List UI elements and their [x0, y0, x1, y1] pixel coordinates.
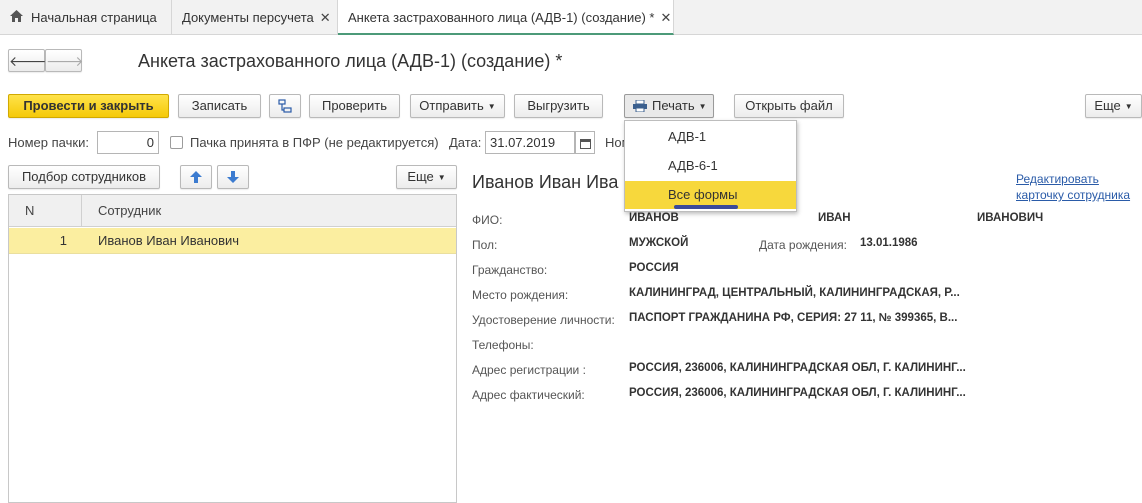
open-file-button[interactable]: Открыть файл [734, 94, 844, 118]
last-name-value: ИВАНОВ [629, 212, 679, 224]
chevron-down-icon: ▼ [487, 102, 496, 111]
print-menu-item-all-forms[interactable]: Все формы [625, 181, 796, 209]
fio-label: ФИО: [472, 213, 503, 227]
arrow-up-icon [190, 169, 202, 184]
arrow-down-icon [227, 169, 239, 184]
column-header-employee[interactable]: Сотрудник [98, 195, 161, 227]
export-button[interactable]: Выгрузить [514, 94, 603, 118]
home-icon [10, 0, 23, 35]
citizenship-label: Гражданство: [472, 263, 548, 277]
batch-number-label: Номер пачки: [8, 135, 89, 150]
table-header: N Сотрудник [9, 195, 456, 227]
registration-address-value: РОССИЯ, 236006, КАЛИНИНГРАДСКАЯ ОБЛ, Г. … [629, 362, 966, 374]
tab-documents[interactable]: Документы персучета ✕ [172, 0, 338, 35]
birth-date-label: Дата рождения: [759, 238, 847, 252]
id-document-label: Удостоверение личности: [472, 313, 615, 327]
list-more-button[interactable]: Еще ▼ [396, 165, 457, 189]
table-row[interactable]: 1 Иванов Иван Иванович [9, 228, 456, 254]
move-down-button[interactable] [217, 165, 249, 189]
send-button[interactable]: Отправить ▼ [410, 94, 505, 118]
print-label: Печать [652, 98, 695, 113]
batch-accepted-checkbox[interactable] [170, 136, 183, 149]
tab-home[interactable]: Начальная страница [0, 0, 172, 35]
close-icon[interactable]: ✕ [320, 10, 331, 25]
tab-form-adv1[interactable]: Анкета застрахованного лица (АДВ-1) (соз… [338, 0, 674, 35]
post-and-close-button[interactable]: Провести и закрыть [8, 94, 169, 118]
batch-accepted-label: Пачка принята в ПФР (не редактируется) [190, 135, 439, 150]
close-icon[interactable]: ✕ [660, 10, 671, 25]
tab-label: Начальная страница [31, 10, 157, 25]
calendar-button[interactable] [575, 131, 595, 154]
chevron-down-icon: ▼ [437, 173, 446, 182]
citizenship-value: РОССИЯ [629, 262, 679, 274]
tab-bar: Начальная страница Документы персучета ✕ … [0, 0, 1142, 35]
row-number: 1 [59, 233, 67, 248]
column-separator [81, 195, 82, 227]
edit-employee-card-link[interactable]: Редактировать карточку сотрудника [1016, 171, 1130, 203]
print-menu-item-label: Все формы [668, 187, 738, 202]
print-menu-item-adv6-1[interactable]: АДВ-6-1 [625, 152, 796, 180]
back-button[interactable]: 🡐 [8, 49, 47, 72]
date-label: Дата: [449, 135, 482, 150]
employees-table[interactable]: N Сотрудник 1 Иванов Иван Иванович [8, 194, 457, 503]
patronymic-value: ИВАНОВИЧ [977, 212, 1044, 224]
registration-address-label: Адрес регистрации : [472, 363, 586, 377]
page-title: Анкета застрахованного лица (АДВ-1) (соз… [138, 51, 563, 71]
send-label: Отправить [419, 98, 484, 113]
move-up-button[interactable] [180, 165, 212, 189]
forward-button[interactable]: 🡒 [45, 49, 84, 72]
highlight-underline [674, 205, 738, 209]
link-line: карточку сотрудника [1016, 188, 1131, 202]
more-label: Еще [1094, 98, 1121, 113]
sex-value: МУЖСКОЙ [629, 237, 689, 249]
column-header-n[interactable]: N [25, 195, 34, 227]
printer-icon [633, 97, 647, 113]
birth-place-value: КАЛИНИНГРАД, ЦЕНТРАЛЬНЫЙ, КАЛИНИНГРАДСКА… [629, 287, 960, 299]
save-button[interactable]: Записать [178, 94, 261, 118]
more-button[interactable]: Еще ▼ [1085, 94, 1142, 118]
check-button[interactable]: Проверить [309, 94, 400, 118]
print-menu: АДВ-1 АДВ-6-1 Все формы [624, 120, 797, 212]
first-name-value: ИВАН [818, 212, 851, 224]
calendar-icon [579, 135, 591, 150]
print-button[interactable]: Печать ▼ [624, 94, 714, 118]
date-field[interactable]: 31.07.2019 [485, 131, 575, 154]
arrow-right-icon: 🡒 [46, 53, 84, 69]
birth-date-value: 13.01.1986 [860, 237, 918, 249]
hierarchy-icon [278, 98, 292, 113]
row-employee: Иванов Иван Иванович [98, 233, 240, 248]
batch-number-field[interactable]: 0 [97, 131, 159, 154]
chevron-down-icon: ▼ [698, 102, 707, 111]
print-menu-item-adv1[interactable]: АДВ-1 [625, 123, 796, 151]
sex-label: Пол: [472, 238, 498, 252]
arrow-left-icon: 🡐 [9, 53, 47, 69]
id-document-value: ПАСПОРТ ГРАЖДАНИНА РФ, СЕРИЯ: 27 11, № 3… [629, 312, 958, 324]
tab-label: Анкета застрахованного лица (АДВ-1) (соз… [348, 10, 655, 25]
employee-name-heading: Иванов Иван Ива [472, 172, 619, 192]
chevron-down-icon: ▼ [1124, 102, 1133, 111]
select-employees-button[interactable]: Подбор сотрудников [8, 165, 160, 189]
actual-address-value: РОССИЯ, 236006, КАЛИНИНГРАДСКАЯ ОБЛ, Г. … [629, 387, 966, 399]
tab-label: Документы персучета [182, 10, 314, 25]
structure-button[interactable] [269, 94, 301, 118]
birth-place-label: Место рождения: [472, 288, 569, 302]
phones-label: Телефоны: [472, 338, 534, 352]
link-line: Редактировать [1016, 172, 1099, 186]
more-label: Еще [407, 169, 434, 184]
actual-address-label: Адрес фактический: [472, 388, 585, 402]
